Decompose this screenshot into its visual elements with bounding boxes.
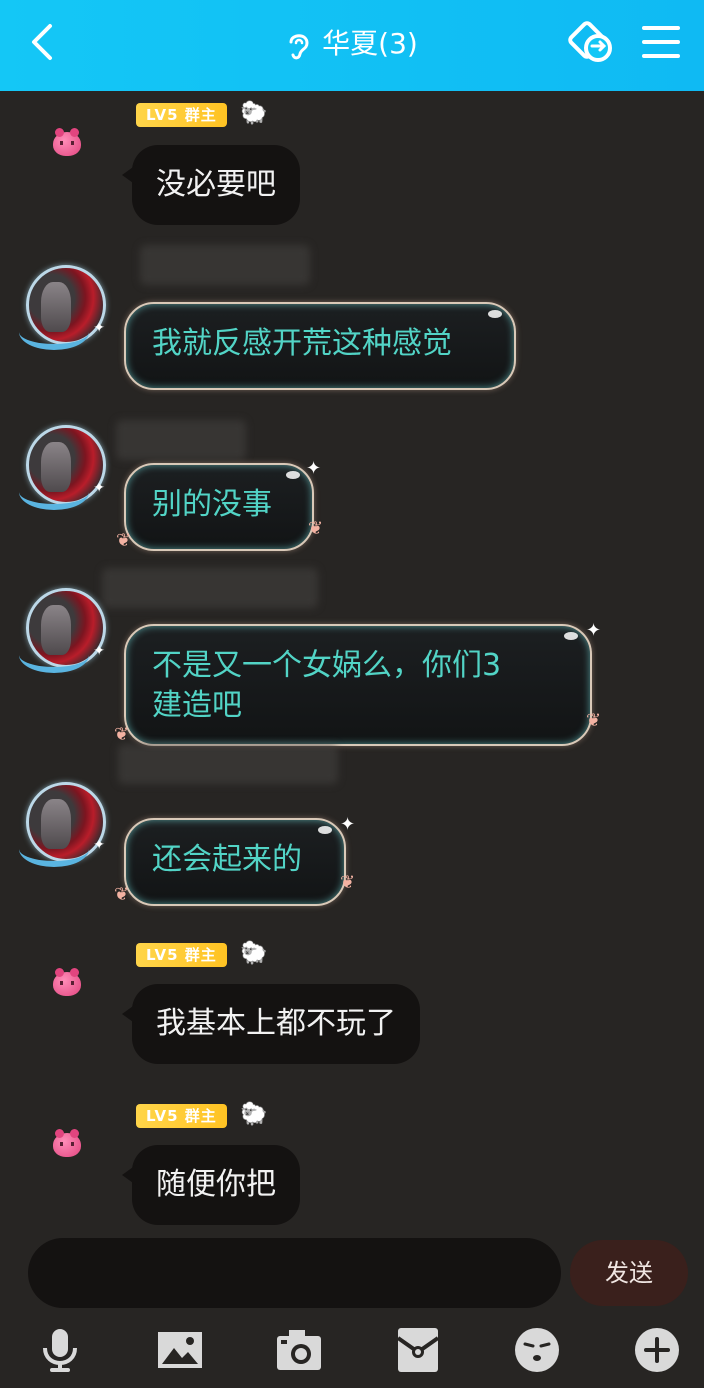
pink-pet-avatar[interactable] (53, 128, 81, 156)
ribbon-icon: ❦ (114, 884, 130, 905)
pink-pet-avatar[interactable] (53, 1129, 81, 1157)
blurred-nickname (140, 245, 310, 285)
send-button[interactable]: 发送 (570, 1240, 688, 1306)
ribbon-icon: ❦ (340, 872, 356, 893)
ribbon-icon: ❦ (114, 724, 130, 745)
sparkle-icon: ✦ (586, 620, 602, 641)
sheep-icon: 🐑 (240, 1102, 268, 1127)
pink-pet-avatar[interactable] (53, 968, 81, 996)
message-bubble[interactable]: 我就反感开荒这种感觉 (124, 302, 516, 390)
message-bubble[interactable]: 不是又一个女娲么，你们3 建造吧 (124, 624, 592, 746)
chat-header: 华夏(3) (0, 0, 704, 91)
emoji-icon[interactable] (513, 1326, 561, 1374)
blurred-nickname (118, 744, 338, 784)
red-packet-icon[interactable] (394, 1326, 442, 1374)
message-text: 别的没事 (152, 487, 272, 522)
menu-icon[interactable] (640, 22, 682, 62)
ribbon-icon: ❦ (116, 530, 132, 551)
anime-girl-avatar[interactable]: ✦ (19, 265, 106, 350)
level-badge: LV5 群主 (136, 103, 227, 127)
plus-icon[interactable] (633, 1326, 681, 1374)
ribbon-icon: ❦ (586, 710, 602, 731)
camera-icon[interactable] (275, 1326, 323, 1374)
sheep-icon: 🐑 (240, 101, 268, 126)
anime-girl-avatar[interactable]: ✦ (19, 425, 106, 510)
blurred-nickname (102, 568, 318, 608)
level-badge: LV5 群主 (136, 1104, 227, 1128)
message-bubble[interactable]: 随便你把 (122, 1145, 300, 1225)
microphone-icon[interactable] (36, 1326, 84, 1374)
anime-girl-avatar[interactable]: ✦ (19, 588, 106, 673)
message-bubble[interactable]: 我基本上都不玩了 (122, 984, 420, 1064)
level-badge: LV5 群主 (136, 943, 227, 967)
ear-icon (289, 34, 309, 60)
chat-title: 华夏(3) (322, 27, 418, 60)
sheep-icon: 🐑 (240, 941, 268, 966)
message-bubble[interactable]: 没必要吧 (122, 145, 300, 225)
sparkle-icon: ✦ (306, 458, 322, 479)
image-icon[interactable] (156, 1326, 204, 1374)
message-text: 还会起来的 (152, 842, 302, 877)
transfer-icon[interactable] (566, 20, 616, 66)
blurred-nickname (116, 420, 246, 460)
sparkle-icon: ✦ (340, 814, 356, 835)
anime-girl-avatar[interactable]: ✦ (19, 782, 106, 867)
message-text: 我就反感开荒这种感觉 (152, 326, 452, 361)
ribbon-icon: ❦ (308, 518, 324, 539)
message-input[interactable] (28, 1238, 561, 1308)
message-text-line: 不是又一个女娲么，你们3 (152, 648, 502, 683)
message-bubble[interactable]: 还会起来的 (124, 818, 346, 906)
message-text-line: 建造吧 (152, 688, 242, 723)
message-bubble[interactable]: 别的没事 (124, 463, 314, 551)
